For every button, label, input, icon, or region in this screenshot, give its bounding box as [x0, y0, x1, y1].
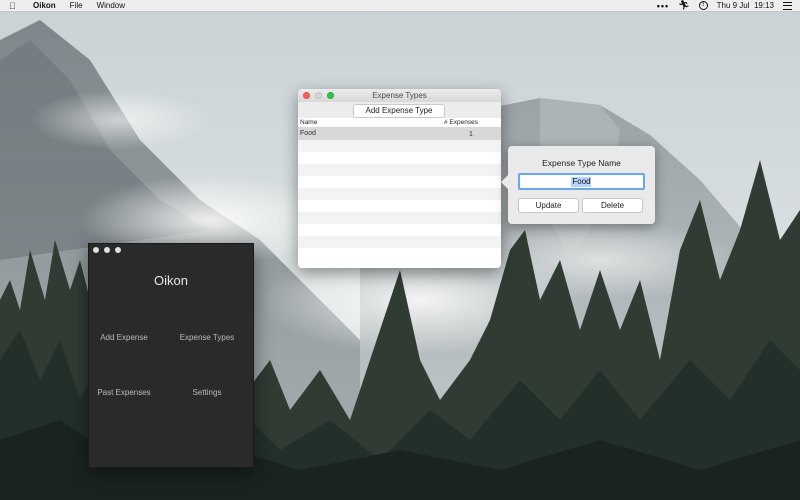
popover-arrow — [501, 175, 508, 189]
expense-types-button[interactable]: Expense Types — [172, 333, 242, 342]
zoom-button[interactable] — [115, 247, 121, 253]
oikon-main-window: Oikon Add Expense Expense Types Past Exp… — [88, 243, 254, 468]
close-button[interactable] — [93, 247, 99, 253]
empty-row — [298, 164, 501, 176]
window-controls — [303, 92, 339, 99]
menu-window[interactable]: Window — [97, 1, 125, 10]
menu-app-name[interactable]: Oikon — [33, 1, 56, 10]
window-titlebar[interactable]: Expense Types — [298, 89, 501, 102]
empty-row — [298, 224, 501, 236]
add-expense-button[interactable]: Add Expense — [89, 333, 159, 342]
more-icon[interactable]: ••• — [657, 1, 669, 11]
table-body: Food 1 — [298, 128, 501, 260]
empty-row — [298, 140, 501, 152]
delete-button[interactable]: Delete — [582, 198, 643, 213]
input-value-text: Food — [572, 177, 591, 186]
window-title: Expense Types — [372, 91, 427, 100]
close-button[interactable] — [303, 92, 310, 99]
empty-row — [298, 200, 501, 212]
table-header: Name # Expenses — [298, 118, 501, 128]
table-row[interactable]: Food 1 — [298, 128, 501, 140]
zoom-button[interactable] — [327, 92, 334, 99]
empty-row — [298, 248, 501, 260]
apple-icon[interactable]:  — [9, 0, 21, 12]
empty-row — [298, 176, 501, 188]
alert-icon[interactable]: ! — [698, 1, 708, 10]
popover-title: Expense Type Name — [542, 158, 621, 168]
menu-bar:  Oikon File Window ••• 🏃︎ ! Thu 9 Jul 1… — [0, 0, 800, 12]
menu-file[interactable]: File — [70, 1, 83, 10]
past-expenses-button[interactable]: Past Expenses — [89, 388, 159, 397]
edit-expense-type-popover: Expense Type Name Food Update Delete — [501, 146, 655, 224]
list-icon[interactable] — [783, 1, 792, 10]
minimize-button[interactable] — [104, 247, 110, 253]
empty-row — [298, 212, 501, 224]
update-button[interactable]: Update — [518, 198, 579, 213]
minimize-button[interactable] — [315, 92, 322, 99]
column-header-name[interactable]: Name — [300, 118, 317, 128]
add-expense-type-button[interactable]: Add Expense Type — [353, 104, 445, 118]
empty-row — [298, 236, 501, 248]
empty-row — [298, 188, 501, 200]
window-controls — [93, 247, 126, 253]
expense-types-window: Expense Types Add Expense Type Name # Ex… — [298, 89, 501, 268]
row-name: Food — [300, 130, 316, 137]
empty-row — [298, 152, 501, 164]
expense-types-table: Name # Expenses Food 1 — [298, 118, 501, 260]
settings-button[interactable]: Settings — [172, 388, 242, 397]
column-header-count[interactable]: # Expenses — [444, 118, 478, 128]
window-toolbar: Add Expense Type — [298, 102, 501, 118]
app-title: Oikon — [154, 273, 188, 288]
menu-clock[interactable]: Thu 9 Jul 19:13 — [717, 1, 774, 10]
runner-icon[interactable]: 🏃︎ — [678, 0, 689, 11]
